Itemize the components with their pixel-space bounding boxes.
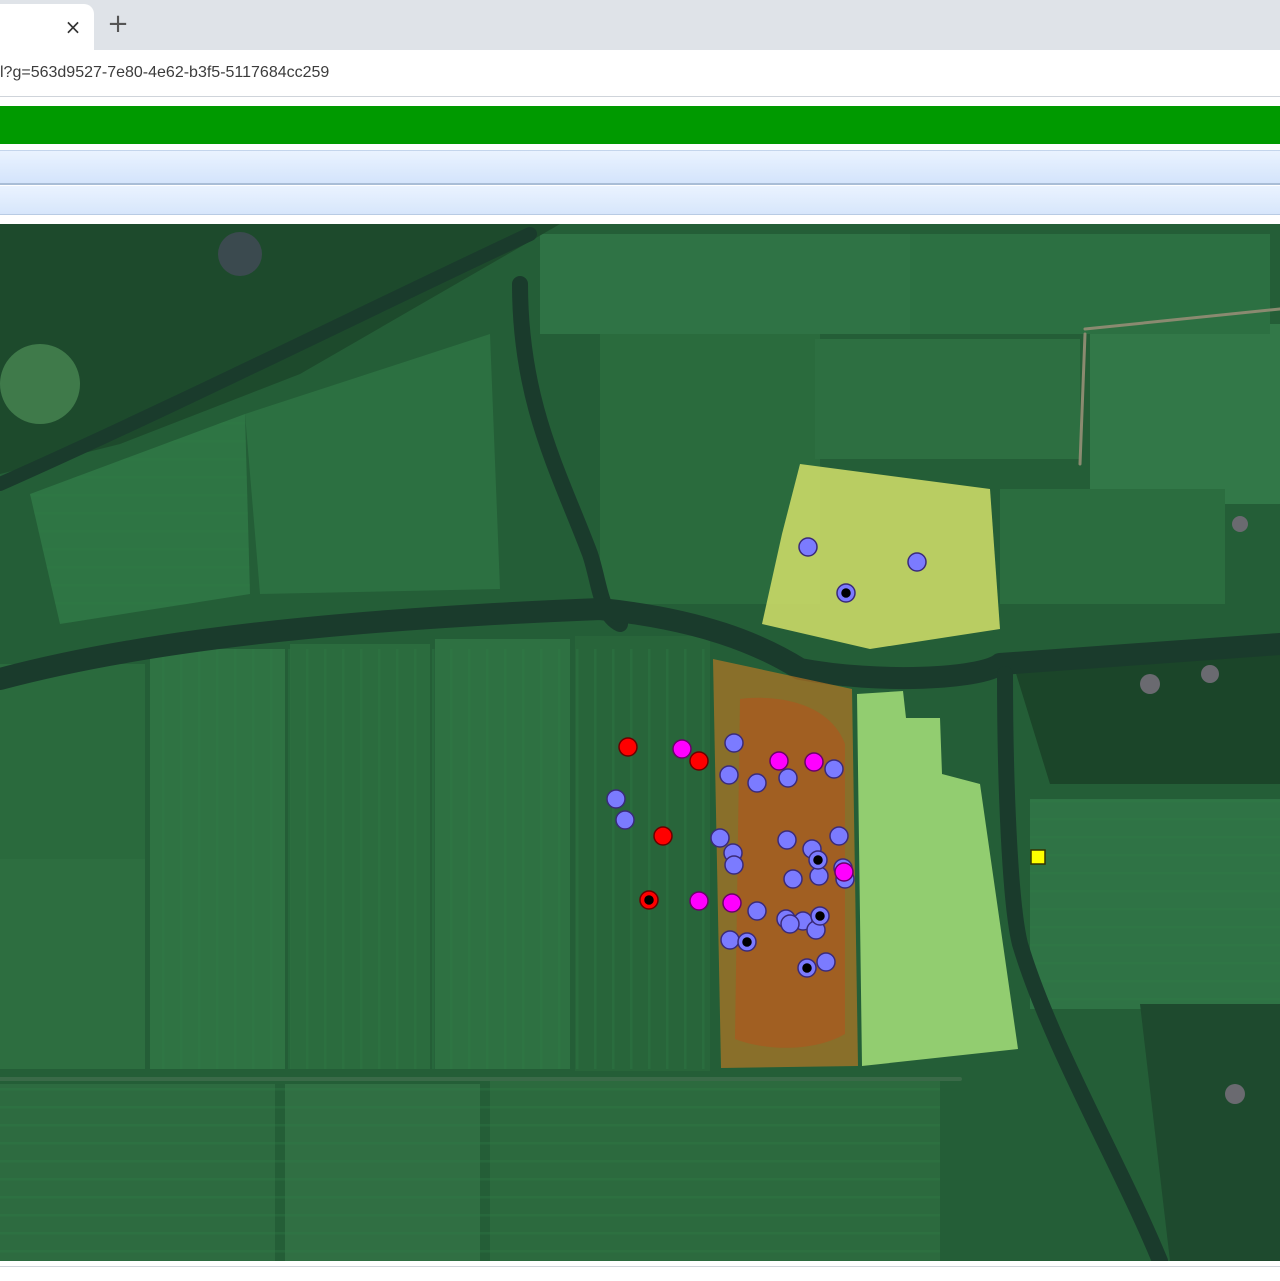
marker-center-dot [802,963,812,973]
magenta-marker[interactable] [672,739,692,759]
red-marker[interactable] [689,751,709,771]
blue-marker[interactable] [720,930,740,950]
app-header-bar [0,106,1280,144]
marker-center-dot [841,588,851,598]
blue-marker[interactable] [719,765,739,785]
blue-marker[interactable] [747,773,767,793]
blue-marker[interactable] [809,866,829,886]
url-text[interactable]: l?g=563d9527-7e80-4e62-b3f5-5117684cc259 [0,64,329,82]
secondary-toolbar-strip [0,186,1280,215]
magenta-marker[interactable] [689,891,709,911]
red-marker[interactable] [653,826,673,846]
map-canvas[interactable] [0,224,1280,1261]
blue-marker[interactable] [606,789,626,809]
marker-center-dot [815,911,825,921]
blue-marker[interactable] [783,869,803,889]
blue-marker[interactable] [824,759,844,779]
marker-center-dot [644,895,654,905]
blue-marker[interactable] [777,830,797,850]
magenta-marker[interactable] [804,752,824,772]
browser-tab[interactable]: × [0,4,94,50]
blue-marker[interactable] [615,810,635,830]
magenta-marker[interactable] [769,751,789,771]
new-tab-icon[interactable]: + [104,11,132,39]
marker-center-dot [813,855,823,865]
blue-marker[interactable] [724,855,744,875]
magenta-marker[interactable] [722,893,742,913]
satellite-map[interactable] [0,224,1280,1261]
field-yellow-overlay[interactable] [762,464,1000,649]
address-bar[interactable]: l?g=563d9527-7e80-4e62-b3f5-5117684cc259 [0,50,1280,97]
yellow-square-marker[interactable] [1030,849,1046,865]
tab-close-icon[interactable]: × [62,14,84,40]
blue-marker[interactable] [907,552,927,572]
blue-marker[interactable] [710,828,730,848]
blue-marker[interactable] [747,901,767,921]
blue-marker[interactable] [778,768,798,788]
blue-marker[interactable] [724,733,744,753]
blue-marker[interactable] [780,914,800,934]
browser-tab-strip: × + [0,0,1280,50]
status-bar [0,1266,1280,1281]
red-marker[interactable] [618,737,638,757]
blue-marker[interactable] [816,952,836,972]
blue-marker[interactable] [798,537,818,557]
blue-marker[interactable] [829,826,849,846]
marker-center-dot [742,937,752,947]
magenta-marker[interactable] [834,862,854,882]
toolbar-strip [0,150,1280,185]
